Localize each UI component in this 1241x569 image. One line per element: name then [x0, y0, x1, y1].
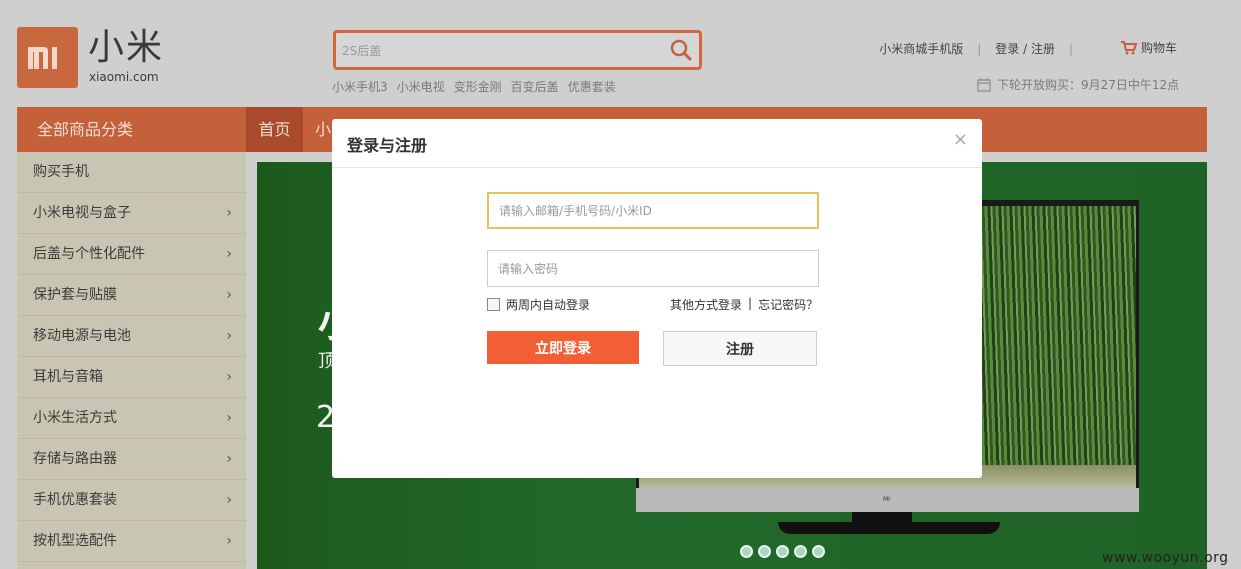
hot-link[interactable]: 小米电视 — [397, 78, 445, 95]
sidebar-item-label: 小米生活方式 — [33, 410, 117, 426]
sidebar-item-label: 移动电源与电池 — [33, 328, 131, 344]
chevron-right-icon: › — [226, 451, 232, 467]
sidebar-item-storage[interactable]: 存储与路由器 › — [17, 439, 246, 480]
sidebar-item-tv-box[interactable]: 小米电视与盒子 › — [17, 193, 246, 234]
other-login-link[interactable]: 其他方式登录 — [670, 296, 742, 313]
sidebar-item-cases[interactable]: 保护套与贴膜 › — [17, 275, 246, 316]
divider: | — [748, 296, 753, 310]
chevron-right-icon: › — [226, 533, 232, 549]
modal-title: 登录与注册 — [347, 136, 428, 155]
chevron-right-icon: › — [226, 492, 232, 508]
top-links: 小米商城手机版 | 登录 / 注册 | — [879, 40, 1087, 57]
account-field[interactable] — [487, 192, 819, 229]
sidebar-item-label: 后盖与个性化配件 — [33, 246, 145, 262]
hot-link[interactable]: 变形金刚 — [454, 78, 502, 95]
watermark: www.wooyun.org — [1102, 550, 1229, 566]
logo-subtext: xiaomi.com — [89, 70, 159, 84]
notice-text: 下轮开放购买：9月27日中午12点 — [997, 78, 1180, 92]
carousel-dot[interactable] — [812, 545, 825, 558]
chevron-right-icon: › — [226, 328, 232, 344]
mi-logo[interactable] — [17, 27, 78, 88]
sale-notice: 下轮开放购买：9月27日中午12点 — [977, 76, 1179, 93]
sidebar-item-label: 存储与路由器 — [33, 451, 117, 467]
calendar-icon — [977, 77, 991, 92]
carousel-dot[interactable] — [740, 545, 753, 558]
page: 小米 xiaomi.com 小米手机3 小米电视 变形金刚 百变后盖 优惠套装 … — [0, 0, 1241, 569]
chevron-right-icon: › — [226, 287, 232, 303]
sidebar-item-bundles[interactable]: 手机优惠套装 › — [17, 480, 246, 521]
divider — [332, 167, 982, 168]
carousel-dots — [740, 545, 825, 558]
mi-logo-icon — [28, 47, 57, 69]
remember-label: 两周内自动登录 — [506, 298, 591, 312]
search-input[interactable] — [342, 42, 662, 60]
register-button[interactable]: 注册 — [663, 331, 817, 366]
tv-base — [778, 522, 1000, 534]
sidebar-item-buy-phone[interactable]: 购买手机 — [17, 152, 246, 193]
hot-link[interactable]: 百变后盖 — [511, 78, 559, 95]
login-modal: 登录与注册 × 两周内自动登录 其他方式登录 | 忘记密码？ 立即登录 注册 — [332, 119, 982, 478]
sidebar-item-label: 按机型选配件 — [33, 533, 117, 549]
nav-item[interactable]: 小 — [315, 107, 331, 152]
divider: | — [977, 41, 982, 56]
hot-link[interactable]: 小米手机3 — [332, 78, 388, 95]
sidebar-item-label: 耳机与音箱 — [33, 369, 103, 385]
nav-home[interactable]: 首页 — [246, 107, 303, 152]
sidebar-item-label: 小米电视与盒子 — [33, 205, 131, 221]
login-options: 其他方式登录 | 忘记密码？ — [670, 296, 818, 313]
close-icon[interactable]: × — [953, 129, 968, 150]
sidebar-item-by-model[interactable]: 按机型选配件 › — [17, 521, 246, 562]
search-box — [333, 30, 702, 70]
category-sidebar: 购买手机 小米电视与盒子 › 后盖与个性化配件 › 保护套与贴膜 › 移动电源与电池 ›… — [17, 152, 246, 569]
sidebar-item-covers[interactable]: 后盖与个性化配件 › — [17, 234, 246, 275]
sidebar-item-power[interactable]: 移动电源与电池 › — [17, 316, 246, 357]
chevron-right-icon: › — [226, 369, 232, 385]
remember-me[interactable]: 两周内自动登录 — [487, 296, 590, 313]
cart-link[interactable]: 购物车 — [1121, 39, 1177, 56]
password-field[interactable] — [487, 250, 819, 287]
chevron-right-icon: › — [226, 246, 232, 262]
sidebar-item-label: 保护套与贴膜 — [33, 287, 117, 303]
search-icon[interactable] — [669, 38, 693, 62]
logo-text[interactable]: 小米 — [88, 28, 164, 68]
chevron-right-icon: › — [226, 205, 232, 221]
hot-link[interactable]: 优惠套装 — [568, 78, 616, 95]
login-button[interactable]: 立即登录 — [487, 331, 639, 364]
sidebar-item-label: 手机优惠套装 — [33, 492, 117, 508]
sidebar-item-label: 购买手机 — [33, 164, 89, 180]
carousel-dot[interactable] — [758, 545, 771, 558]
forgot-password-link[interactable]: 忘记密码？ — [758, 296, 818, 313]
divider: | — [1068, 41, 1073, 56]
remember-checkbox[interactable] — [487, 298, 500, 311]
hot-search-links: 小米手机3 小米电视 变形金刚 百变后盖 优惠套装 — [332, 78, 616, 95]
login-register-link[interactable]: 登录 / 注册 — [995, 40, 1055, 57]
carousel-dot[interactable] — [776, 545, 789, 558]
mobile-site-link[interactable]: 小米商城手机版 — [879, 40, 963, 57]
chevron-right-icon: › — [226, 410, 232, 426]
carousel-dot[interactable] — [794, 545, 807, 558]
cart-label: 购物车 — [1141, 41, 1178, 55]
sidebar-item-audio[interactable]: 耳机与音箱 › — [17, 357, 246, 398]
sidebar-item-lifestyle[interactable]: 小米生活方式 › — [17, 398, 246, 439]
tv-logo: MI — [883, 496, 890, 503]
all-categories-menu[interactable]: 全部商品分类 — [17, 107, 246, 152]
cart-icon — [1121, 40, 1137, 54]
